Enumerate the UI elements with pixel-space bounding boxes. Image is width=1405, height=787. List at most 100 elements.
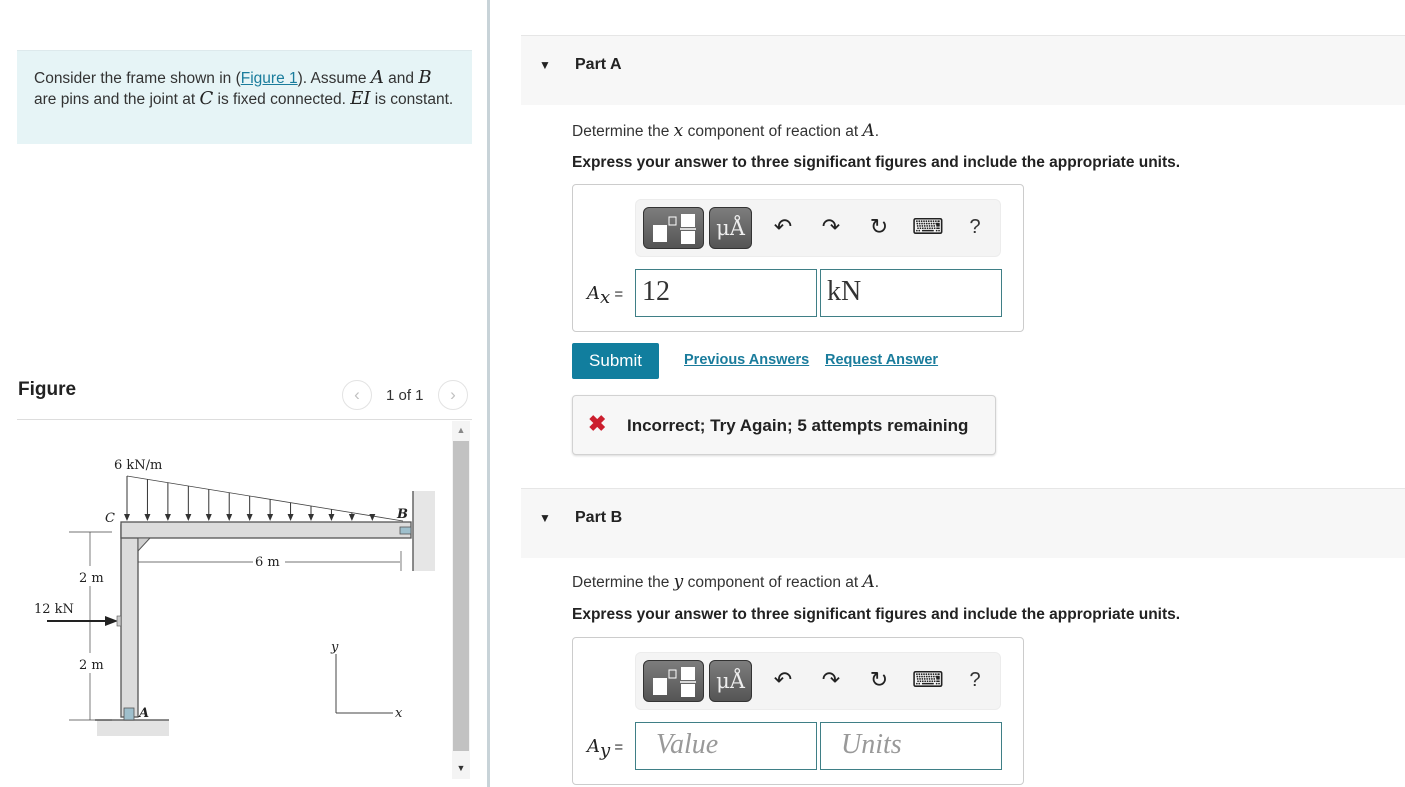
part-a-header[interactable]: ▼ Part A	[521, 35, 1405, 105]
intro-text: is fixed connected.	[213, 91, 351, 108]
equals-sign: =	[614, 286, 624, 303]
question-text: .	[874, 123, 880, 140]
x-axis-label: x	[395, 706, 403, 721]
part-b-answer-box: μÅ ↶ ↷ ↻ ⌨ ? Ay = Value Units	[572, 637, 1024, 785]
figure-pager-count: 1 of 1	[386, 387, 424, 404]
templates-icon	[653, 667, 696, 697]
wall-b-hatch	[413, 491, 435, 571]
next-figure-button[interactable]: ›	[438, 380, 468, 410]
units-input[interactable]: kN	[820, 269, 1002, 317]
load-arrow-head	[348, 514, 355, 521]
intro-text: and	[383, 70, 419, 87]
request-answer-link[interactable]: Request Answer	[825, 352, 938, 368]
undo-icon[interactable]: ↶	[768, 665, 798, 695]
help-icon[interactable]: ?	[960, 212, 990, 242]
value-input[interactable]: 12	[635, 269, 817, 317]
feedback-text: Incorrect; Try Again; 5 attempts remaini…	[627, 416, 969, 435]
equals-sign: =	[614, 739, 624, 756]
question-var: y	[673, 572, 684, 592]
part-b-title: Part B	[575, 509, 623, 526]
scroll-down-icon[interactable]: ▼	[452, 757, 470, 779]
distributed-load-arrows	[124, 476, 376, 521]
math-toolbar: μÅ ↶ ↷ ↻ ⌨ ?	[635, 652, 1001, 710]
symbols-button[interactable]: μÅ	[709, 660, 752, 702]
value-input[interactable]: Value	[635, 722, 817, 770]
part-a-title: Part A	[575, 56, 622, 73]
chevron-right-icon: ›	[450, 385, 456, 404]
var-main: A	[587, 283, 600, 304]
previous-figure-button[interactable]: ‹	[342, 380, 372, 410]
question-text: Determine the	[572, 574, 674, 591]
part-b-question: Determine the y component of reaction at…	[572, 572, 879, 592]
part-a-instruction: Express your answer to three significant…	[572, 154, 1181, 171]
part-a-answer-box: μÅ ↶ ↷ ↻ ⌨ ? Ax = 12 kN	[572, 184, 1024, 332]
load-arrow-head	[267, 514, 274, 521]
ground-a-hatch	[97, 720, 169, 736]
units-input[interactable]: Units	[820, 722, 1002, 770]
templates-button[interactable]	[643, 207, 704, 249]
var-a: A	[370, 67, 384, 88]
load-arrow-head	[205, 514, 212, 521]
redo-icon[interactable]: ↷	[816, 212, 846, 242]
load-arrow-head	[246, 514, 253, 521]
reset-icon[interactable]: ↻	[864, 212, 894, 242]
load-arrow-head	[369, 514, 376, 521]
figure-header: Figure ‹ 1 of 1 ›	[17, 374, 472, 420]
load-arrow-head	[164, 514, 171, 521]
joint-c-label: C	[105, 511, 115, 526]
submit-button[interactable]: Submit	[572, 343, 659, 379]
scroll-up-icon[interactable]: ▲	[452, 421, 470, 439]
previous-answers-link[interactable]: Previous Answers	[684, 352, 809, 368]
load-arrow-head	[308, 514, 314, 521]
var-ei: EI	[350, 88, 371, 109]
help-icon[interactable]: ?	[960, 665, 990, 695]
questions-pane: ▼ Part A Determine the x component of re…	[490, 0, 1405, 787]
joint-a-label: A	[137, 706, 149, 721]
intro-text: ). Assume	[297, 70, 371, 87]
question-text: .	[874, 574, 880, 591]
caret-down-icon[interactable]: ▼	[539, 511, 551, 525]
figure-scrollbar[interactable]: ▲ ▼	[452, 421, 470, 779]
figure-image: 6 kN/m C B A 6 m 2 m 2 m 12 kN x y	[17, 421, 453, 781]
problem-statement: Consider the frame shown in (Figure 1). …	[17, 50, 472, 144]
part-b-header[interactable]: ▼ Part B	[521, 488, 1405, 558]
part-b-instruction: Express your answer to three significant…	[572, 606, 1181, 623]
keyboard-icon[interactable]: ⌨	[912, 212, 944, 242]
load-label: 6 kN/m	[114, 458, 162, 473]
feedback-message: ✖ Incorrect; Try Again; 5 attempts remai…	[572, 395, 996, 455]
joint-b-label: B	[396, 507, 408, 522]
reset-icon[interactable]: ↻	[864, 665, 894, 695]
scroll-thumb[interactable]	[453, 441, 469, 751]
figure-link[interactable]: Figure 1	[241, 70, 298, 87]
answer-variable-label: Ax =	[587, 283, 623, 308]
question-text: Determine the	[572, 123, 674, 140]
answer-variable-label: Ay =	[587, 736, 623, 761]
point-load-arrowhead	[105, 616, 118, 626]
pin-b	[399, 526, 412, 535]
math-toolbar: μÅ ↶ ↷ ↻ ⌨ ?	[635, 199, 1001, 257]
redo-icon[interactable]: ↷	[816, 665, 846, 695]
load-arrow-head	[124, 514, 130, 521]
caret-down-icon[interactable]: ▼	[539, 58, 551, 72]
keyboard-icon[interactable]: ⌨	[912, 665, 944, 695]
question-text: component of reaction at	[683, 574, 863, 591]
question-var: x	[673, 121, 684, 141]
column-member	[120, 524, 139, 718]
problem-pane: Consider the frame shown in (Figure 1). …	[0, 0, 488, 787]
var-sub: y	[600, 740, 611, 761]
frame-diagram: 6 kN/m C B A 6 m 2 m 2 m 12 kN x y	[34, 458, 435, 736]
templates-button[interactable]	[643, 660, 704, 702]
figure-title: Figure	[18, 379, 77, 400]
templates-icon	[653, 214, 696, 244]
part-a-question: Determine the x component of reaction at…	[572, 121, 879, 141]
gusset-plate	[137, 537, 152, 553]
symbols-button[interactable]: μÅ	[709, 207, 752, 249]
load-arrow-head	[185, 514, 192, 521]
undo-icon[interactable]: ↶	[768, 212, 798, 242]
point-load-plate	[116, 615, 122, 627]
var-c: C	[199, 88, 214, 109]
span-label: 6 m	[255, 555, 280, 570]
load-arrow-head	[144, 514, 151, 521]
beam-member	[120, 521, 412, 539]
pin-a	[123, 707, 135, 721]
